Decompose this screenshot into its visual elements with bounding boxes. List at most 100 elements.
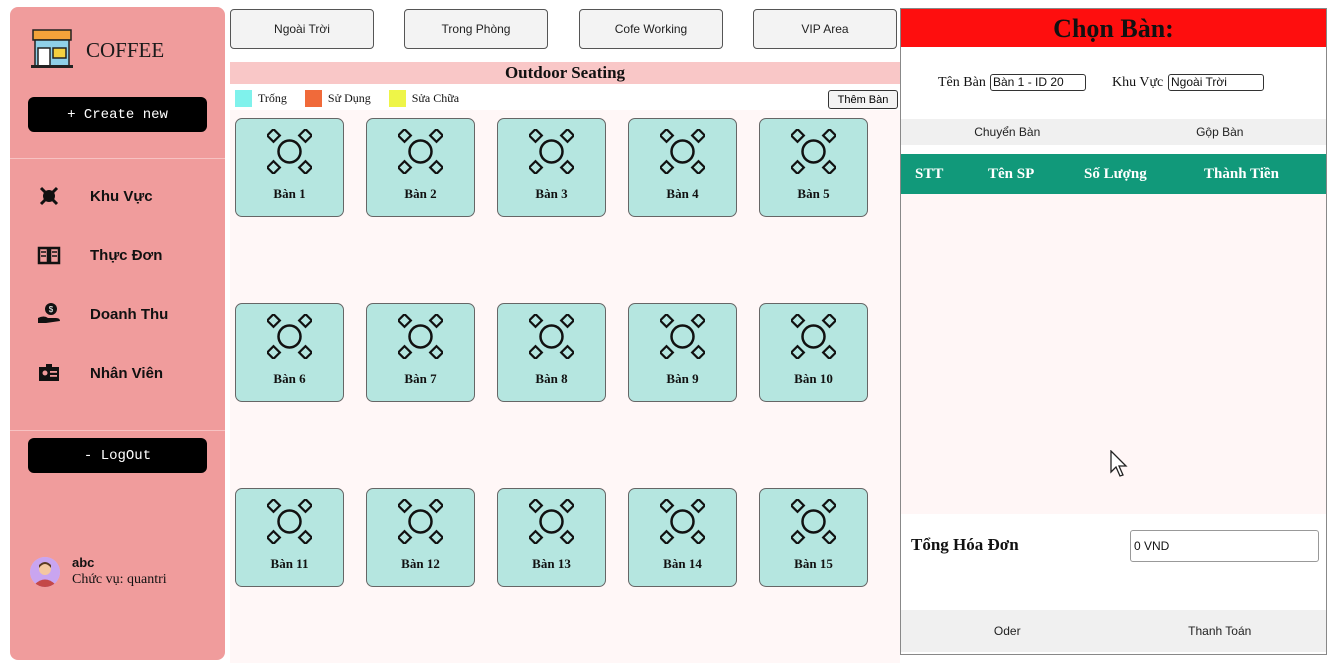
table-icon [267, 314, 312, 359]
area-label: Khu Vực [1112, 75, 1164, 90]
nav-label: Nhân Viên [90, 364, 164, 382]
table-name-label: Tên Bàn [938, 75, 986, 90]
mouse-cursor-icon [1110, 449, 1130, 483]
area-trong-phong-button[interactable]: Trong Phòng [404, 9, 548, 49]
table-label: Bàn 11 [270, 556, 309, 571]
table-label: Bàn 6 [273, 371, 306, 386]
table-label: Bàn 7 [404, 371, 437, 386]
order-panel: Chọn Bàn: Tên Bàn Bàn 1 - ID 20 Khu Vực … [900, 8, 1327, 655]
table-card[interactable]: Bàn 8 [497, 303, 606, 402]
section-title: Outdoor Seating [230, 62, 900, 84]
order-button[interactable]: Oder [901, 610, 1114, 652]
coffee-shop-logo-icon [30, 27, 74, 71]
table-card[interactable]: Bàn 10 [759, 303, 868, 402]
avatar [30, 556, 60, 587]
area-cofe-working-button[interactable]: Cofe Working [579, 9, 723, 49]
table-icon [791, 314, 836, 359]
user-info: abc Chức vụ: quantri [30, 555, 167, 588]
pay-button[interactable]: Thanh Toán [1114, 610, 1327, 652]
table-label: Bàn 3 [535, 186, 568, 201]
table-label: Bàn 15 [794, 556, 833, 571]
nav-item-nhan-vien[interactable]: Nhân Viên [35, 357, 215, 389]
id-card-icon [35, 359, 63, 387]
total-label: Tổng Hóa Đơn [911, 535, 1019, 554]
gear-icon [35, 182, 63, 210]
sidebar: COFFEE + Create new Khu Vực Thực Đơn $ D… [10, 7, 225, 660]
legend-swatch-in-use [304, 90, 322, 107]
user-name: abc [72, 555, 95, 570]
column-header: Số Lượng [1084, 165, 1147, 182]
table-label: Bàn 1 [273, 186, 306, 201]
table-label: Bàn 9 [666, 371, 699, 386]
divider [10, 430, 225, 431]
table-card[interactable]: Bàn 9 [628, 303, 737, 402]
legend-swatch-available [235, 90, 252, 107]
legend-swatch-repair [388, 90, 406, 107]
table-label: Bàn 12 [401, 556, 440, 571]
total-field[interactable]: 0 VND [1130, 530, 1319, 562]
svg-text:$: $ [49, 305, 54, 314]
table-icon [529, 129, 574, 174]
table-card[interactable]: Bàn 12 [366, 488, 475, 587]
legend-label: Sửa Chữa [411, 91, 460, 105]
table-actions-bar: Chuyển Bàn Gộp Bàn [901, 119, 1326, 145]
table-card[interactable]: Bàn 1 [235, 118, 344, 217]
table-card[interactable]: Bàn 3 [497, 118, 606, 217]
table-icon [267, 129, 312, 174]
table-icon [791, 499, 836, 544]
panel-title: Chọn Bàn: [901, 9, 1326, 47]
nav-label: Doanh Thu [90, 305, 169, 323]
move-table-button[interactable]: Chuyển Bàn [901, 119, 1114, 145]
nav-item-khu-vuc[interactable]: Khu Vực [35, 180, 215, 212]
table-icon [267, 499, 312, 544]
table-icon [660, 314, 705, 359]
brand-name: COFFEE [86, 38, 165, 62]
checkout-bar: Oder Thanh Toán [901, 610, 1326, 652]
table-label: Bàn 8 [535, 371, 568, 386]
table-card[interactable]: Bàn 13 [497, 488, 606, 587]
add-table-button[interactable]: Thêm Bàn [828, 90, 898, 109]
table-icon [791, 129, 836, 174]
table-label: Bàn 4 [666, 186, 699, 201]
order-table-header: STT Tên SP Số Lượng Thành Tiền [901, 154, 1326, 194]
table-icon [660, 499, 705, 544]
column-header: Tên SP [988, 165, 1035, 182]
legend-label: Trống [258, 91, 287, 105]
table-icon [398, 499, 443, 544]
table-icon [529, 499, 574, 544]
legend-label: Sử Dụng [327, 91, 371, 105]
create-new-button[interactable]: + Create new [28, 97, 207, 132]
area-vip-button[interactable]: VIP Area [753, 9, 897, 49]
nav-item-doanh-thu[interactable]: $ Doanh Thu [35, 298, 215, 330]
table-icon [660, 129, 705, 174]
table-card[interactable]: Bàn 5 [759, 118, 868, 217]
table-card[interactable]: Bàn 11 [235, 488, 344, 587]
nav-label: Thực Đơn [90, 246, 163, 264]
table-label: Bàn 13 [532, 556, 571, 571]
table-name-field[interactable]: Bàn 1 - ID 20 [990, 74, 1086, 91]
table-card[interactable]: Bàn 6 [235, 303, 344, 402]
table-card[interactable]: Bàn 4 [628, 118, 737, 217]
divider [10, 158, 225, 159]
table-icon [398, 314, 443, 359]
menu-book-icon [35, 241, 63, 269]
nav-item-thuc-don[interactable]: Thực Đơn [35, 239, 215, 271]
status-legend: Trống Sử Dụng Sửa Chữa [235, 90, 477, 107]
column-header: Thành Tiền [1204, 165, 1279, 182]
table-label: Bàn 2 [404, 186, 437, 201]
table-label: Bàn 5 [797, 186, 830, 201]
logout-button[interactable]: - LogOut [28, 438, 207, 473]
merge-table-button[interactable]: Gộp Bàn [1114, 119, 1327, 145]
column-header: STT [915, 165, 944, 182]
revenue-icon: $ [35, 300, 63, 328]
nav-label: Khu Vực [90, 187, 153, 205]
table-icon [398, 129, 443, 174]
table-label: Bàn 10 [794, 371, 833, 386]
area-ngoai-troi-button[interactable]: Ngoài Trời [230, 9, 374, 49]
table-card[interactable]: Bàn 14 [628, 488, 737, 587]
table-card[interactable]: Bàn 2 [366, 118, 475, 217]
table-label: Bàn 14 [663, 556, 702, 571]
table-card[interactable]: Bàn 7 [366, 303, 475, 402]
table-card[interactable]: Bàn 15 [759, 488, 868, 587]
area-field[interactable]: Ngoài Trời [1168, 74, 1264, 91]
